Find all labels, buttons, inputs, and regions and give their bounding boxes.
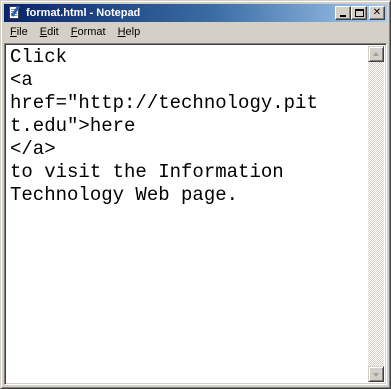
- scroll-up-button[interactable]: [368, 46, 384, 62]
- maximize-button[interactable]: [351, 6, 367, 20]
- minimize-icon: [340, 15, 346, 17]
- menu-file[interactable]: File: [4, 24, 34, 41]
- menu-bar: File Edit Format Help: [4, 23, 387, 42]
- title-bar[interactable]: format.html - Notepad ✕: [4, 4, 387, 22]
- scroll-down-button[interactable]: [368, 366, 384, 382]
- menu-format[interactable]: Format: [65, 24, 112, 41]
- menu-edit[interactable]: Edit: [34, 24, 65, 41]
- vertical-scrollbar[interactable]: [368, 46, 384, 382]
- text-editor[interactable]: Click <a href="http://technology.pit t.e…: [4, 43, 387, 385]
- close-button[interactable]: ✕: [369, 6, 385, 20]
- text-line: </a>: [10, 138, 56, 160]
- maximize-icon: [355, 9, 364, 17]
- window-title: format.html - Notepad: [26, 7, 141, 19]
- minimize-button[interactable]: [335, 6, 351, 20]
- text-line: Click: [10, 46, 68, 68]
- text-line: t.edu">here: [10, 115, 136, 137]
- text-line: Technology Web page.: [10, 184, 239, 206]
- notepad-icon[interactable]: [6, 5, 22, 21]
- text-line: href="http://technology.pit: [10, 92, 318, 114]
- text-line: to visit the Information: [10, 161, 284, 183]
- text-line: <a: [10, 69, 33, 91]
- arrow-down-icon: [373, 373, 379, 377]
- arrow-up-icon: [373, 52, 379, 56]
- text-content[interactable]: Click <a href="http://technology.pit t.e…: [7, 46, 367, 382]
- close-icon: ✕: [372, 7, 382, 18]
- menu-help[interactable]: Help: [112, 24, 147, 41]
- notepad-window: format.html - Notepad ✕ File Edit Format…: [0, 0, 391, 389]
- caption-buttons: ✕: [335, 6, 385, 20]
